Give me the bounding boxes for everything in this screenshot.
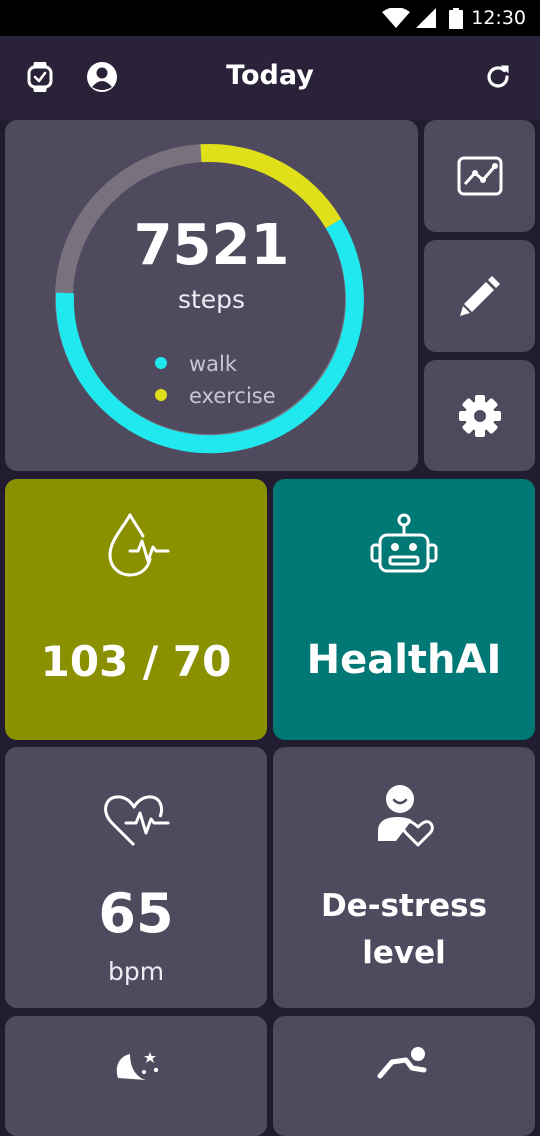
heart-rate-value: 65 (98, 882, 174, 945)
steps-unit: steps (177, 285, 246, 314)
refresh-icon[interactable] (481, 60, 515, 94)
status-bar: 12:30 (0, 0, 540, 36)
gear-icon (459, 395, 501, 437)
heart-rate-tile[interactable]: 65 bpm (5, 747, 267, 1008)
destress-label-line2: level (362, 935, 446, 971)
blood-pressure-tile[interactable]: 103 / 70 (5, 479, 267, 740)
page-title: Today (226, 60, 314, 91)
exercise-dot (155, 389, 167, 401)
pencil-icon (460, 276, 500, 316)
edit-button[interactable] (424, 240, 535, 352)
moon-stars-icon (116, 1052, 159, 1080)
healthai-tile[interactable]: HealthAI (273, 479, 535, 740)
destress-tile[interactable]: De-stress level (273, 747, 535, 1008)
destress-label-line1: De-stress (320, 888, 488, 924)
wifi-icon (382, 8, 410, 28)
settings-button[interactable] (424, 360, 535, 471)
activity-tile[interactable] (273, 1016, 535, 1136)
steps-card[interactable]: 7521 steps walk exercise (5, 120, 418, 471)
battery-icon (449, 8, 463, 29)
robot-icon (370, 513, 438, 573)
blood-drop-pulse-icon (108, 513, 170, 577)
running-person-icon (377, 1047, 427, 1079)
legend-walk: walk (155, 352, 237, 376)
chart-icon (457, 156, 503, 196)
app-bar: Today (0, 36, 540, 120)
legend-exercise-label: exercise (189, 384, 276, 408)
heart-pulse-icon (104, 795, 170, 847)
heart-rate-unit: bpm (107, 957, 165, 986)
steps-count: 7521 (133, 213, 290, 278)
legend-exercise: exercise (155, 384, 276, 408)
clock-time: 12:30 (471, 7, 526, 29)
person-heart-icon (378, 785, 434, 847)
charts-button[interactable] (424, 120, 535, 232)
signal-icon (416, 8, 436, 28)
healthai-label: HealthAI (306, 637, 502, 683)
walk-dot (155, 357, 167, 369)
sleep-tile[interactable] (5, 1016, 267, 1136)
blood-pressure-value: 103 / 70 (40, 637, 232, 686)
legend-walk-label: walk (189, 352, 238, 376)
